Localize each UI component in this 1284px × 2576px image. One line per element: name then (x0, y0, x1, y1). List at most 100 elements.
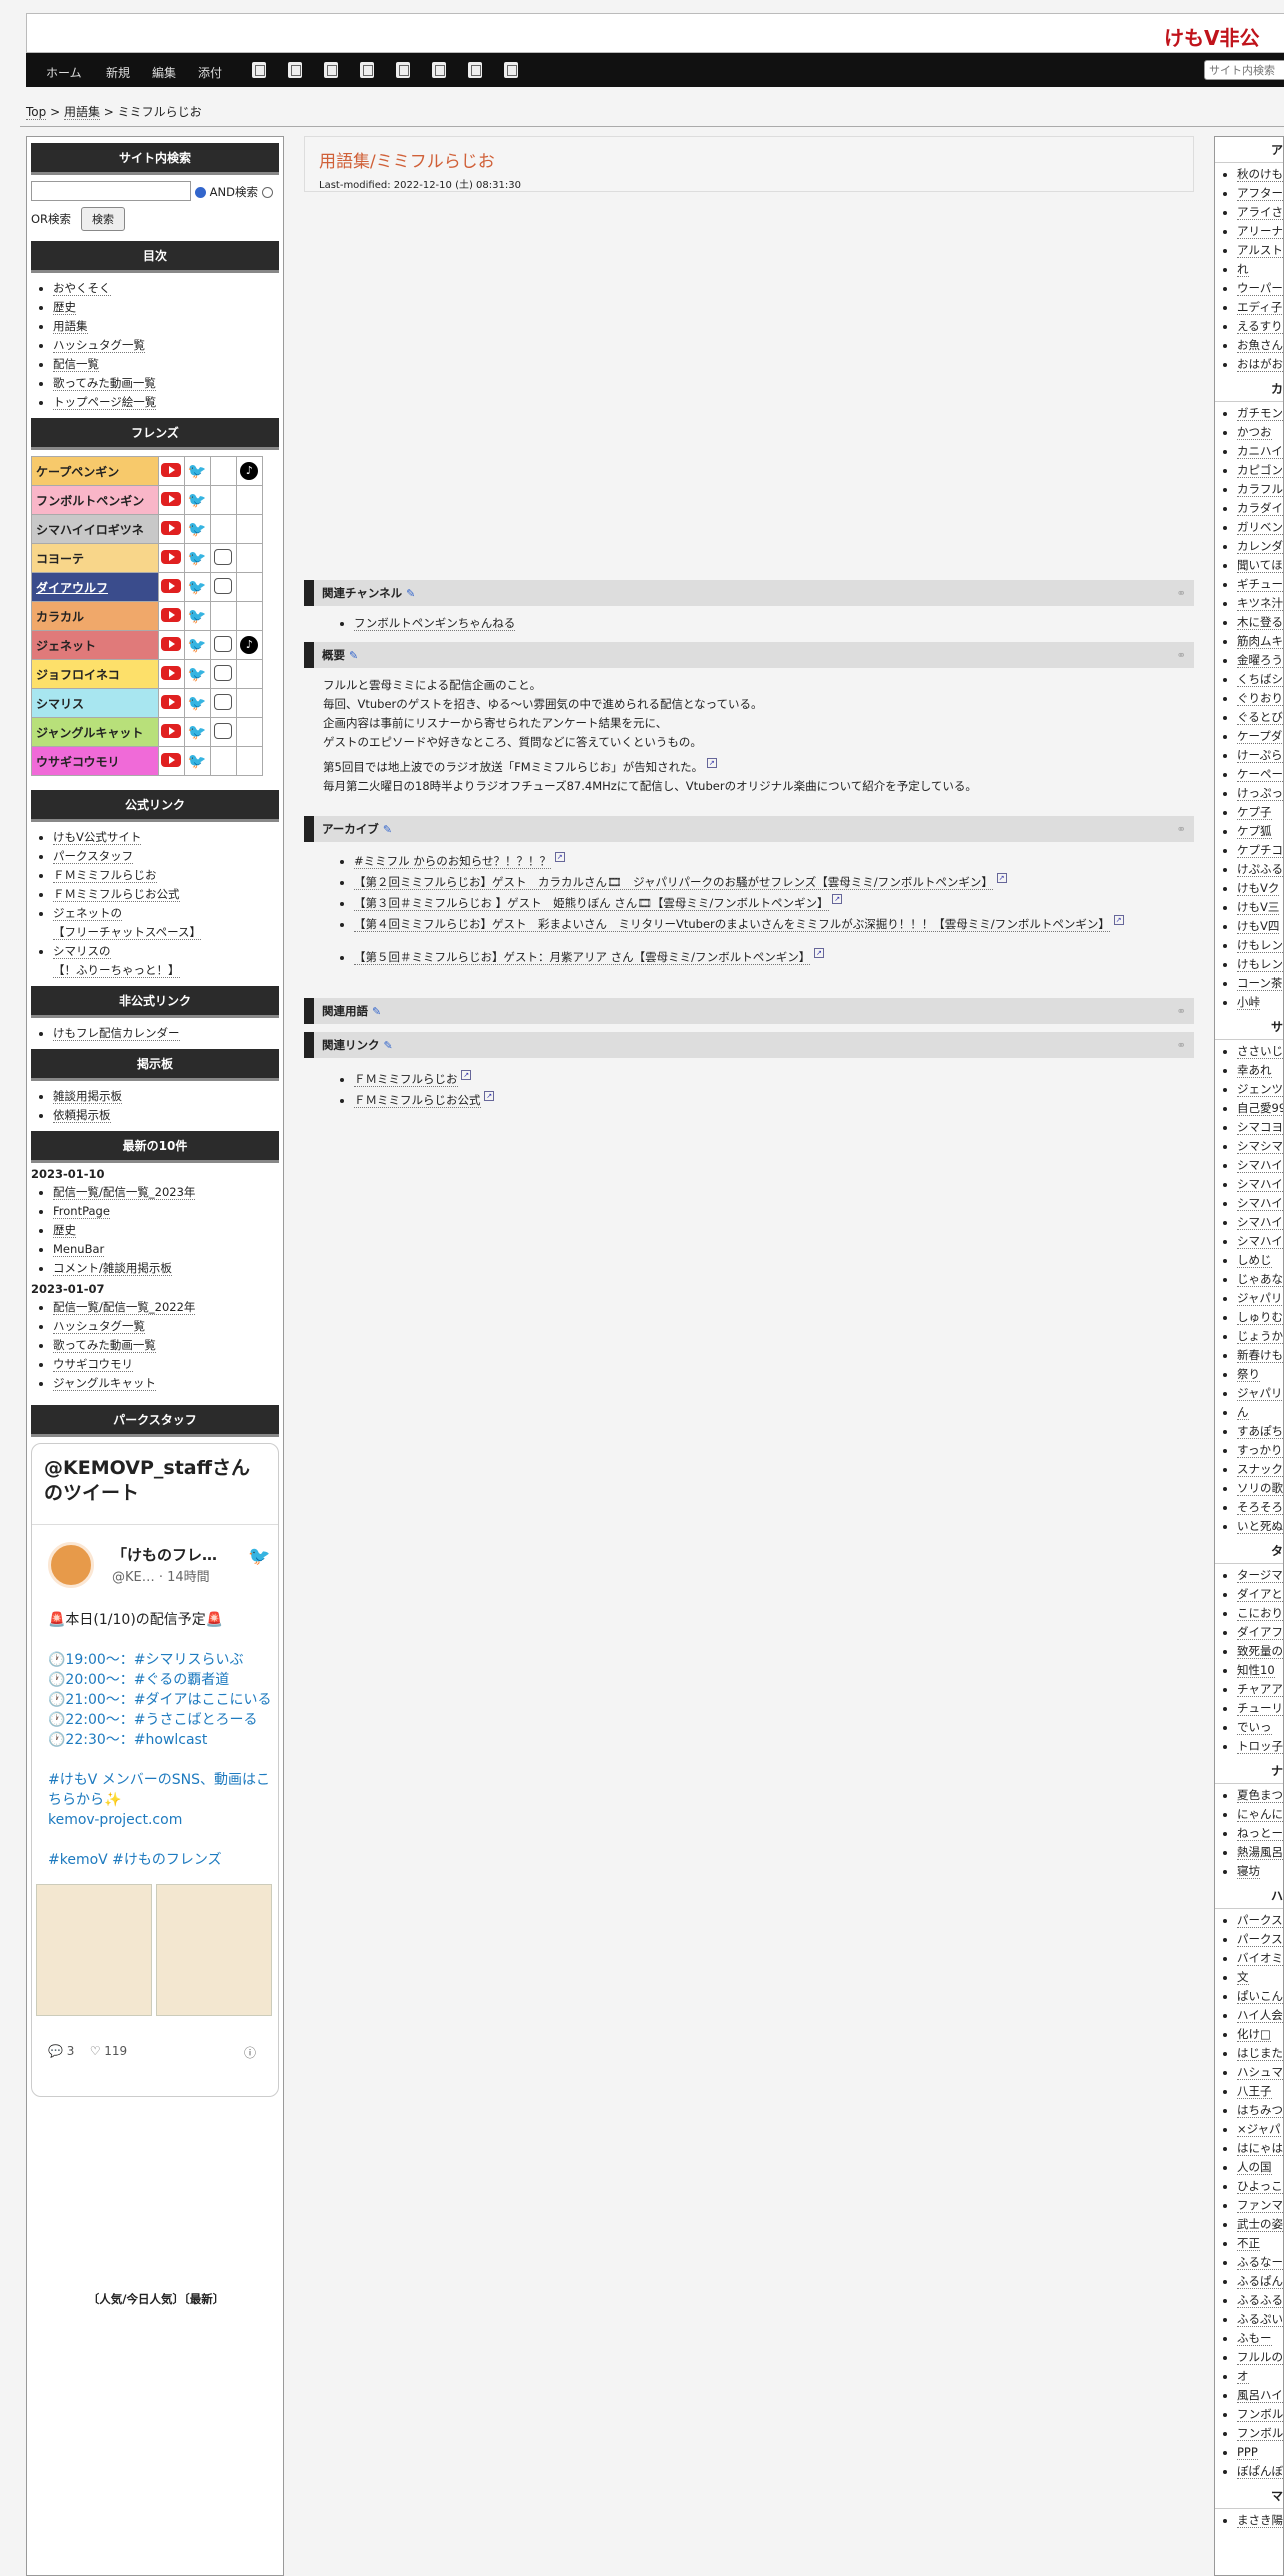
tweet-image-schedule-2[interactable] (156, 1884, 272, 2016)
twitter-icon[interactable]: 🐦 (187, 492, 207, 508)
and-radio[interactable] (195, 187, 206, 198)
friend-name-cell[interactable]: ジョフロイネコ (31, 659, 159, 689)
friend-icon-cell[interactable] (209, 630, 237, 660)
archive-item-link[interactable]: 【第２回ミミフルらじお】ゲスト カラカルさん🎞 ジャパリパークのお騒がせフレンズ… (354, 875, 993, 890)
index-item-link[interactable]: 聞いてほ (1237, 558, 1283, 573)
youtube-icon[interactable] (161, 491, 182, 506)
official-link-item-link[interactable]: けもV公式サイト (53, 830, 142, 845)
index-item-link[interactable]: ガチモン (1237, 406, 1283, 421)
toc-item-link[interactable]: 歌ってみた動画一覧 (53, 376, 156, 391)
friend-icon-cell[interactable] (209, 543, 237, 573)
diff-icon[interactable] (252, 62, 266, 78)
index-item-link[interactable]: ケープダ (1237, 729, 1283, 744)
toc-item-link[interactable]: 歴史 (53, 300, 76, 315)
edit-pencil-icon[interactable]: ✎ (383, 823, 392, 836)
nav-attach[interactable]: 添付 (198, 64, 222, 81)
and-option[interactable]: AND検索 (195, 184, 273, 200)
toc-item-link[interactable]: おやくそく (53, 281, 111, 296)
official-link-item-link[interactable]: パークスタッフ (53, 849, 134, 864)
nav-home[interactable]: ホーム (46, 64, 82, 81)
archive-item-link[interactable]: #ミミフル からのお知らせ？！？！？ (354, 854, 552, 869)
friend-icon-cell[interactable] (157, 746, 185, 776)
channel-item-link[interactable]: フンボルトペンギンちゃんねる (354, 616, 516, 631)
friend-name-cell[interactable]: ジェネット (31, 630, 159, 660)
friend-name-link[interactable]: コヨーテ (36, 552, 84, 566)
reload-icon[interactable] (360, 62, 374, 78)
official-link-item-link[interactable]: ＦＭミミフルらじお (53, 868, 157, 883)
anchor-link-icon[interactable]: ⚭ (1176, 580, 1186, 606)
recent-item-link[interactable]: ジャングルキャット (53, 1376, 156, 1391)
index-item-link[interactable]: けっぷっ (1237, 786, 1283, 801)
friend-name-cell[interactable]: ジャングルキャット (31, 717, 159, 747)
friend-name-link[interactable]: ウサギコウモリ (36, 755, 120, 769)
archive-item-link[interactable]: 【第５回＃ミミフルらじお】ゲスト：月紫アリア さん【雲母ミミ/フンボルトペンギン… (354, 950, 811, 965)
index-item-link[interactable]: アルスト (1237, 243, 1283, 258)
index-item-link[interactable]: はじまた (1237, 2046, 1283, 2061)
tweet-author-handle[interactable]: @KE… · 14時間 (112, 1566, 210, 1585)
twitter-icon[interactable]: 🐦 (187, 550, 207, 566)
recent-item-link[interactable]: ウサギコウモリ (53, 1357, 134, 1372)
index-item-link[interactable]: ジャパリ (1237, 1291, 1283, 1306)
index-item-link[interactable]: こにおり (1237, 1606, 1283, 1621)
index-item-link[interactable]: ん (1237, 1405, 1249, 1420)
timeline-title[interactable]: @KEMOVP_staffさんのツイート (44, 1456, 264, 1506)
youtube-icon[interactable] (161, 752, 182, 767)
index-item-link[interactable]: ひよっこ (1237, 2179, 1283, 2194)
rename-icon[interactable] (324, 62, 338, 78)
fanclub-icon[interactable] (214, 577, 233, 594)
friend-icon-cell[interactable] (157, 659, 185, 689)
index-item-link[interactable]: カニハイ (1237, 444, 1283, 459)
index-item-link[interactable]: 知性10 (1237, 1663, 1275, 1678)
index-item-link[interactable]: けもレン (1237, 957, 1283, 972)
index-item-link[interactable]: ×ジャパ (1237, 2122, 1281, 2137)
youtube-icon[interactable] (161, 549, 182, 564)
edit-pencil-icon[interactable]: ✎ (372, 1005, 381, 1018)
friend-icon-cell[interactable] (209, 659, 237, 689)
index-item-link[interactable]: ギチュー (1237, 577, 1283, 592)
twitter-icon[interactable]: 🐦 (187, 579, 207, 595)
index-item-link[interactable]: すあぽち (1237, 1424, 1283, 1439)
index-item-link[interactable]: ハイ人会 (1237, 2008, 1283, 2023)
friend-name-cell[interactable]: シマハイイロギツネ (31, 514, 159, 544)
friend-icon-cell[interactable]: 🐦 (183, 630, 211, 660)
toc-item-link[interactable]: 用語集 (53, 319, 88, 334)
list-icon[interactable] (432, 62, 446, 78)
youtube-icon[interactable] (161, 665, 182, 680)
index-item-link[interactable]: 自己愛99 (1237, 1101, 1283, 1116)
index-item-link[interactable]: ぐりおり (1237, 691, 1283, 706)
anchor-link-icon[interactable]: ⚭ (1176, 816, 1186, 842)
index-item-link[interactable]: ハシュマ (1237, 2065, 1283, 2080)
index-item-link[interactable]: シマハイ (1237, 1196, 1283, 1211)
archive-item-link[interactable]: 【第３回＃ミミフルらじお 】ゲスト 姫熊りぼん さん🎞【雲母ミミ/フンボルトペン… (354, 896, 829, 911)
index-item-link[interactable]: くちばシ (1237, 672, 1283, 687)
index-item-link[interactable]: お魚さん (1237, 338, 1283, 353)
index-item-link[interactable]: けぷふる (1237, 862, 1283, 877)
index-item-link[interactable]: けーぷら (1237, 748, 1283, 763)
friend-name-cell[interactable]: ダイアウルフ (31, 572, 159, 602)
index-item-link[interactable]: しめじ (1237, 1253, 1272, 1268)
index-item-link[interactable]: ケプ狐 (1237, 824, 1272, 839)
index-item-link[interactable]: ふもー (1237, 2331, 1272, 2346)
friend-icon-cell[interactable]: 🐦 (183, 572, 211, 602)
index-item-link[interactable]: ジェンツ (1237, 1082, 1283, 1097)
bbs-item-link[interactable]: 雑談用掲示板 (53, 1089, 122, 1104)
index-item-link[interactable]: シマコヨ (1237, 1120, 1283, 1135)
index-item-link[interactable]: シマハイ (1237, 1177, 1283, 1192)
tiktok-icon[interactable]: ♪ (240, 462, 259, 480)
index-item-link[interactable]: ぱいこん (1237, 1989, 1283, 2004)
index-item-link[interactable]: ウーパー (1237, 281, 1283, 296)
friend-icon-cell[interactable]: 🐦 (183, 601, 211, 631)
index-item-link[interactable]: チューリ (1237, 1701, 1283, 1716)
index-item-link[interactable]: ケプ子 (1237, 805, 1272, 820)
index-item-link[interactable]: カレンダ (1237, 539, 1283, 554)
friend-icon-cell[interactable] (209, 572, 237, 602)
index-item-link[interactable]: カラダイ (1237, 501, 1283, 516)
nav-edit[interactable]: 編集 (152, 64, 176, 81)
recent-item-link[interactable]: FrontPage (53, 1204, 110, 1219)
index-item-link[interactable]: 寝坊 (1237, 1864, 1260, 1879)
index-item-link[interactable]: フンボル (1237, 2426, 1283, 2441)
info-icon[interactable]: ⓘ (244, 2044, 256, 2061)
index-item-link[interactable]: ぼぱんぼ (1237, 2464, 1283, 2479)
friend-icon-cell[interactable]: 🐦 (183, 659, 211, 689)
index-item-link[interactable]: シマハイ (1237, 1234, 1283, 1249)
